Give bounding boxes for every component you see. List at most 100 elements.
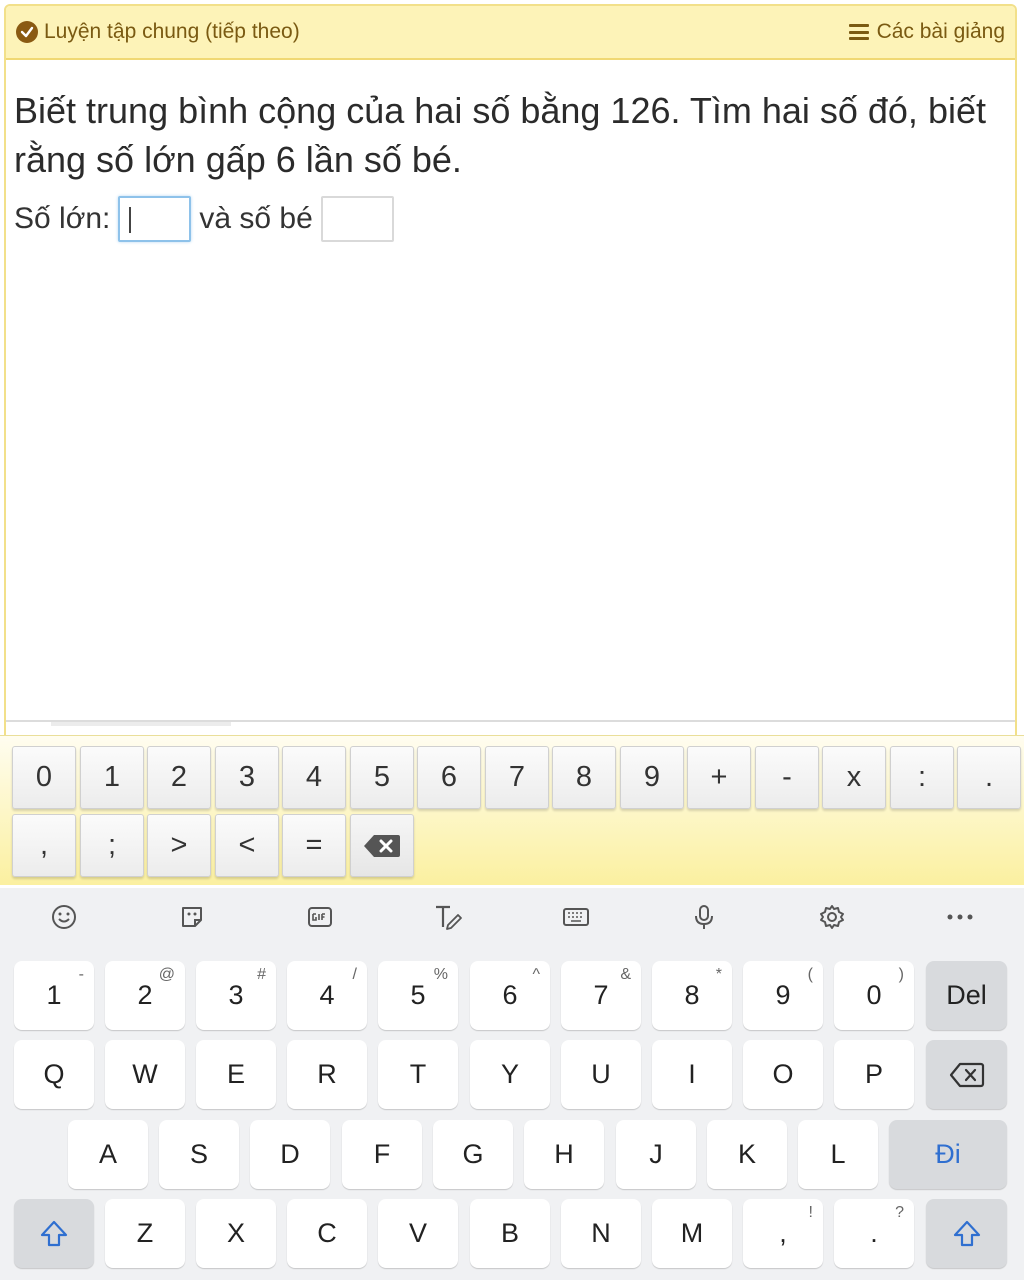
key-z[interactable]: Z <box>105 1199 185 1268</box>
key-f[interactable]: F <box>342 1120 422 1189</box>
math-key[interactable]: 2 <box>147 746 211 809</box>
key-g[interactable]: G <box>433 1120 513 1189</box>
key-q[interactable]: Q <box>14 1040 94 1109</box>
keyboard-layout-button[interactable] <box>512 888 640 946</box>
key-t[interactable]: T <box>378 1040 458 1109</box>
key-e[interactable]: E <box>196 1040 276 1109</box>
more-options-button[interactable] <box>896 888 1024 946</box>
math-key[interactable]: 9 <box>620 746 684 809</box>
key-7[interactable]: 7 & <box>561 961 641 1030</box>
small-number-input[interactable] <box>320 196 394 242</box>
keyboard-toolbar <box>0 888 1024 946</box>
math-key[interactable]: 8 <box>552 746 616 809</box>
math-key[interactable]: 5 <box>350 746 414 809</box>
key-3[interactable]: 3 # <box>196 961 276 1030</box>
key-p[interactable]: P <box>834 1040 914 1109</box>
math-key[interactable]: 7 <box>485 746 549 809</box>
key-r[interactable]: R <box>287 1040 367 1109</box>
key-n[interactable]: N <box>561 1199 641 1268</box>
lessons-menu-label: Các bài giảng <box>876 20 1005 43</box>
key-6[interactable]: 6 ^ <box>470 961 550 1030</box>
backspace-key[interactable] <box>926 1040 1007 1109</box>
key-k[interactable]: K <box>707 1120 787 1189</box>
key-w[interactable]: W <box>105 1040 185 1109</box>
key-v[interactable]: V <box>378 1199 458 1268</box>
key-5[interactable]: 5% <box>378 961 458 1030</box>
math-key-backspace[interactable] <box>350 814 414 877</box>
keyboard-icon <box>563 908 589 926</box>
math-key[interactable]: 1 <box>80 746 144 809</box>
math-key-plus[interactable]: + <box>687 746 751 809</box>
lesson-title: Luyện tập chung (tiếp theo) <box>44 20 300 43</box>
key-4[interactable]: 4/ <box>287 961 367 1030</box>
more-horizontal-icon <box>947 914 973 920</box>
settings-button[interactable] <box>768 888 896 946</box>
key-comma[interactable]: ,! <box>743 1199 823 1268</box>
check-circle-icon <box>16 21 38 43</box>
math-key-divide[interactable]: : <box>890 746 954 809</box>
key-u[interactable]: U <box>561 1040 641 1109</box>
large-number-input[interactable] <box>118 196 192 242</box>
lesson-title-link[interactable]: Luyện tập chung (tiếp theo) <box>16 20 300 44</box>
key-x[interactable]: X <box>196 1199 276 1268</box>
question-text: Biết trung bình cộng của hai số bằng 126… <box>14 90 986 180</box>
small-number-label: và số bé <box>199 202 313 235</box>
math-key-minus[interactable]: - <box>755 746 819 809</box>
large-number-label: Số lớn: <box>14 202 111 235</box>
key-9[interactable]: 9( <box>743 961 823 1030</box>
soft-keyboard: 1- 2 @ 3 # 4/ 5% 6 ^ 7 & 8 * 9( 0) Del Q W E … <box>0 888 1024 1280</box>
backspace-icon <box>364 834 400 857</box>
sticker-button[interactable] <box>128 888 256 946</box>
key-0[interactable]: 0) <box>834 961 914 1030</box>
key-h[interactable]: H <box>524 1120 604 1189</box>
key-period[interactable]: .? <box>834 1199 914 1268</box>
key-y[interactable]: Y <box>470 1040 550 1109</box>
answer-row: Số lớn: và số bé <box>14 196 402 242</box>
key-8[interactable]: 8 * <box>652 961 732 1030</box>
math-keypad: 0 1 2 3 4 5 6 7 8 9 + - x : . , ; > < = <box>0 735 1024 885</box>
math-key-comma[interactable]: , <box>12 814 76 877</box>
tab-hint <box>51 722 231 726</box>
math-key-equals[interactable]: = <box>282 814 346 877</box>
key-2[interactable]: 2 @ <box>105 961 185 1030</box>
math-key[interactable]: 0 <box>12 746 76 809</box>
handwriting-icon <box>436 905 462 930</box>
key-d[interactable]: D <box>250 1120 330 1189</box>
lessons-menu-button[interactable]: Các bài giảng <box>848 20 1005 44</box>
key-s[interactable]: S <box>159 1120 239 1189</box>
key-j[interactable]: J <box>616 1120 696 1189</box>
key-1[interactable]: 1- <box>14 961 94 1030</box>
key-i[interactable]: I <box>652 1040 732 1109</box>
math-key[interactable]: 6 <box>417 746 481 809</box>
key-m[interactable]: M <box>652 1199 732 1268</box>
shift-key-left[interactable] <box>14 1199 94 1268</box>
key-c[interactable]: C <box>287 1199 367 1268</box>
shift-key-right[interactable] <box>926 1199 1007 1268</box>
key-b[interactable]: B <box>470 1199 550 1268</box>
emoji-button[interactable] <box>0 888 128 946</box>
gif-icon <box>308 907 332 927</box>
math-key-greater[interactable]: > <box>147 814 211 877</box>
key-o[interactable]: O <box>743 1040 823 1109</box>
del-key[interactable]: Del <box>926 961 1007 1030</box>
gif-button[interactable] <box>256 888 384 946</box>
math-key-multiply[interactable]: x <box>822 746 886 809</box>
voice-input-button[interactable] <box>640 888 768 946</box>
math-key[interactable]: 4 <box>282 746 346 809</box>
emoji-icon <box>52 905 76 929</box>
text-caret <box>129 207 132 233</box>
handwriting-button[interactable] <box>384 888 512 946</box>
shift-icon <box>953 1220 980 1246</box>
menu-icon <box>848 24 869 40</box>
math-key[interactable]: 3 <box>215 746 279 809</box>
key-l[interactable]: L <box>798 1120 878 1189</box>
panel-header: Luyện tập chung (tiếp theo) Các bài giản… <box>6 6 1015 60</box>
shift-icon <box>40 1220 68 1246</box>
microphone-icon <box>695 905 713 929</box>
go-key[interactable]: Đi <box>889 1120 1007 1189</box>
backspace-icon <box>949 1062 984 1087</box>
math-key-semicolon[interactable]: ; <box>80 814 144 877</box>
math-key-dot[interactable]: . <box>957 746 1021 809</box>
key-a[interactable]: A <box>68 1120 148 1189</box>
math-key-less[interactable]: < <box>215 814 279 877</box>
